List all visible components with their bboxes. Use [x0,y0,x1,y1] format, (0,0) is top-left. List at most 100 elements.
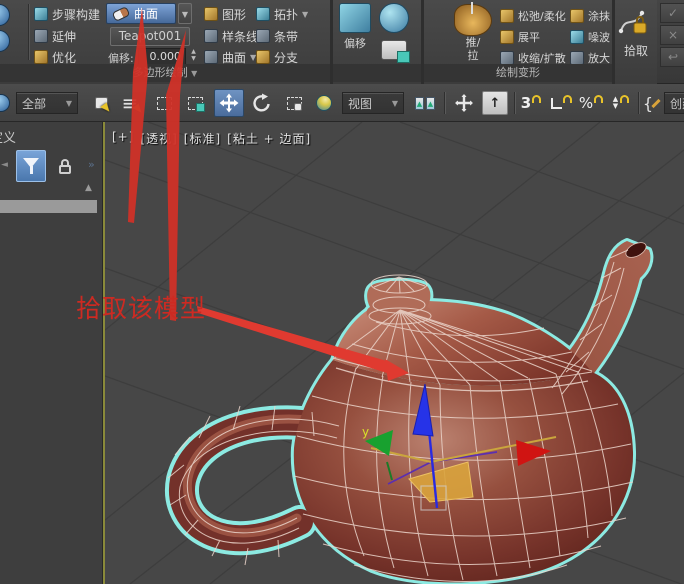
push-pull-button[interactable]: 推/ 拉 [454,36,492,62]
cancel-button[interactable]: × [660,25,684,45]
sphere-icon[interactable] [0,30,10,52]
scale-tool[interactable] [280,90,308,116]
viewport-menu-pov[interactable]: [透视] [140,130,177,147]
pick-curve-lock-icon[interactable] [618,5,654,39]
reference-coordsys-dropdown[interactable]: 视图 ▼ [342,92,404,114]
panel-polydraw: 步骤构建 延伸 优化 曲面 ▼ Teapot001 偏移: 0. [0,0,330,84]
gizmo-y-label: y [362,425,369,439]
rect-selection-region-tool[interactable] [150,90,178,116]
undo-button[interactable]: ↩ [660,47,684,67]
offset-value-field[interactable]: 0.000 [138,48,186,65]
pick-button[interactable]: 拾取 [615,42,657,59]
spinner-down-icon[interactable]: ▼ [188,55,199,62]
3dsmax-window: 步骤构建 延伸 优化 曲面 ▼ Teapot001 偏移: 0. [0,0,684,584]
strips-button[interactable]: 条带 [256,26,298,46]
chevron-down-icon: ▼ [392,99,398,108]
paint-deform-panel-label[interactable]: 绘制变形 [424,64,612,82]
edit-selection-set-button[interactable]: { [641,90,663,116]
toolbar-separator [514,92,515,114]
select-place-tool[interactable] [310,90,338,116]
brace-icon: { [643,94,653,113]
panel-paint-deform: 推/ 拉 松弛/柔化 展平 收缩/扩散 涂抹 噪波 [424,0,612,84]
smudge-icon [570,9,584,23]
snap-3d-toggle[interactable]: 3 [518,90,544,116]
use-pivot-center-button[interactable]: ▲ ▲ [410,90,440,116]
push-pull-icon[interactable] [454,4,492,36]
step-build-button[interactable]: 步骤构建 [34,4,100,24]
percent-snap-icon: % [579,94,593,112]
sphere-icon[interactable] [0,4,10,26]
spinner-snap-toggle[interactable]: ▲▼ [608,90,634,116]
extend-icon [34,29,48,43]
branches-icon [256,50,270,64]
confirm-button[interactable]: ✓ [660,3,684,23]
extend-button[interactable]: 延伸 [34,26,76,46]
collapse-up-icon[interactable]: ▲ [85,183,92,193]
chevron-down-icon: ▼ [66,99,72,108]
flatten-button[interactable]: 展平 [500,27,540,47]
window-crossing-tool[interactable] [182,90,210,116]
surface-dropdown-arrow[interactable]: ▼ [178,3,192,24]
pivot-icon: ▲ [415,97,424,110]
optimize-label: 优化 [52,49,76,66]
rotate-tool[interactable] [248,90,276,116]
percent-snap-toggle[interactable]: % [578,90,604,116]
perspective-viewport[interactable]: y [+] [透视] [标准] [粘土 + 边面] [103,122,684,584]
panel-title: 定义 [0,127,16,146]
exaggerate-icon [570,51,584,65]
selection-filter-dropdown[interactable]: 全部 ▼ [16,92,78,114]
expand-right-icon[interactable]: » [88,158,95,171]
rect-region-icon [157,97,172,110]
divider [28,4,29,60]
relax-button[interactable]: 松弛/柔化 [500,6,566,26]
select-object-tool[interactable] [88,90,116,116]
spinner-up-icon[interactable]: ▲ [188,48,199,55]
filter-button[interactable] [16,150,46,182]
toolbar-separator [638,92,639,114]
angle-snap-toggle[interactable] [548,90,574,116]
select-manipulate-tool[interactable] [450,90,478,116]
shapes-icon [204,7,218,21]
surface-mode-button[interactable]: 曲面 [106,3,176,24]
undo-icon: ↩ [668,50,678,64]
topology-button[interactable]: 拓扑 ▼ [256,4,308,24]
offset-big-label[interactable]: 偏移 [333,35,377,51]
offset-spinner[interactable]: ▲ ▼ [188,48,199,62]
up-arrow-icon: ↑ [490,96,501,111]
viewport-menu-shading[interactable]: [粘土 + 边面] [227,130,311,147]
magnet-icon [594,95,603,103]
viewport-menu-renderer[interactable]: [标准] [184,130,221,147]
offset-panel-label [333,64,421,82]
manipulate-cross-icon [455,94,473,112]
noise-button[interactable]: 噪波 [570,27,610,47]
scene-explorer-panel: 定义 ◄ » ▲ [0,122,103,584]
scene-icon[interactable] [0,90,10,116]
named-selection-field[interactable]: 创建选择集 [664,92,684,114]
collapse-left-icon[interactable]: ◄ [1,160,8,170]
snap-3d-icon: 3 [521,94,531,112]
rotate-region-icon[interactable] [379,3,409,33]
move-icon [219,93,239,113]
cancel-icon: × [668,28,678,42]
pivot-icon: ▲ [426,97,435,110]
lock-button[interactable] [52,152,78,180]
lock-icon [61,159,69,165]
select-by-name-tool[interactable]: ≡ [118,90,146,116]
shapes-button[interactable]: 图形 [204,4,246,24]
surface-tool-icon [204,50,218,64]
smudge-button[interactable]: 涂抹 [570,6,610,26]
move-tool[interactable] [214,89,244,117]
up-level-button[interactable]: ↑ [482,91,508,115]
splines-button[interactable]: 样条线 [204,26,258,46]
magnet-icon [620,95,629,103]
surface-eraser-icon [112,6,131,22]
panel-offset: 偏移 [333,0,421,84]
pick-object-button[interactable]: Teapot001 [110,27,190,46]
layers-icon[interactable] [381,40,407,60]
topology-icon [256,7,270,21]
panel-pick: 拾取 [615,0,657,84]
splines-icon [204,29,218,43]
offset-big-icon[interactable] [339,3,371,33]
polydraw-panel-label[interactable]: 多边形绘制 ▼ [0,64,330,82]
viewport-menu-general[interactable]: [+] [112,130,134,147]
